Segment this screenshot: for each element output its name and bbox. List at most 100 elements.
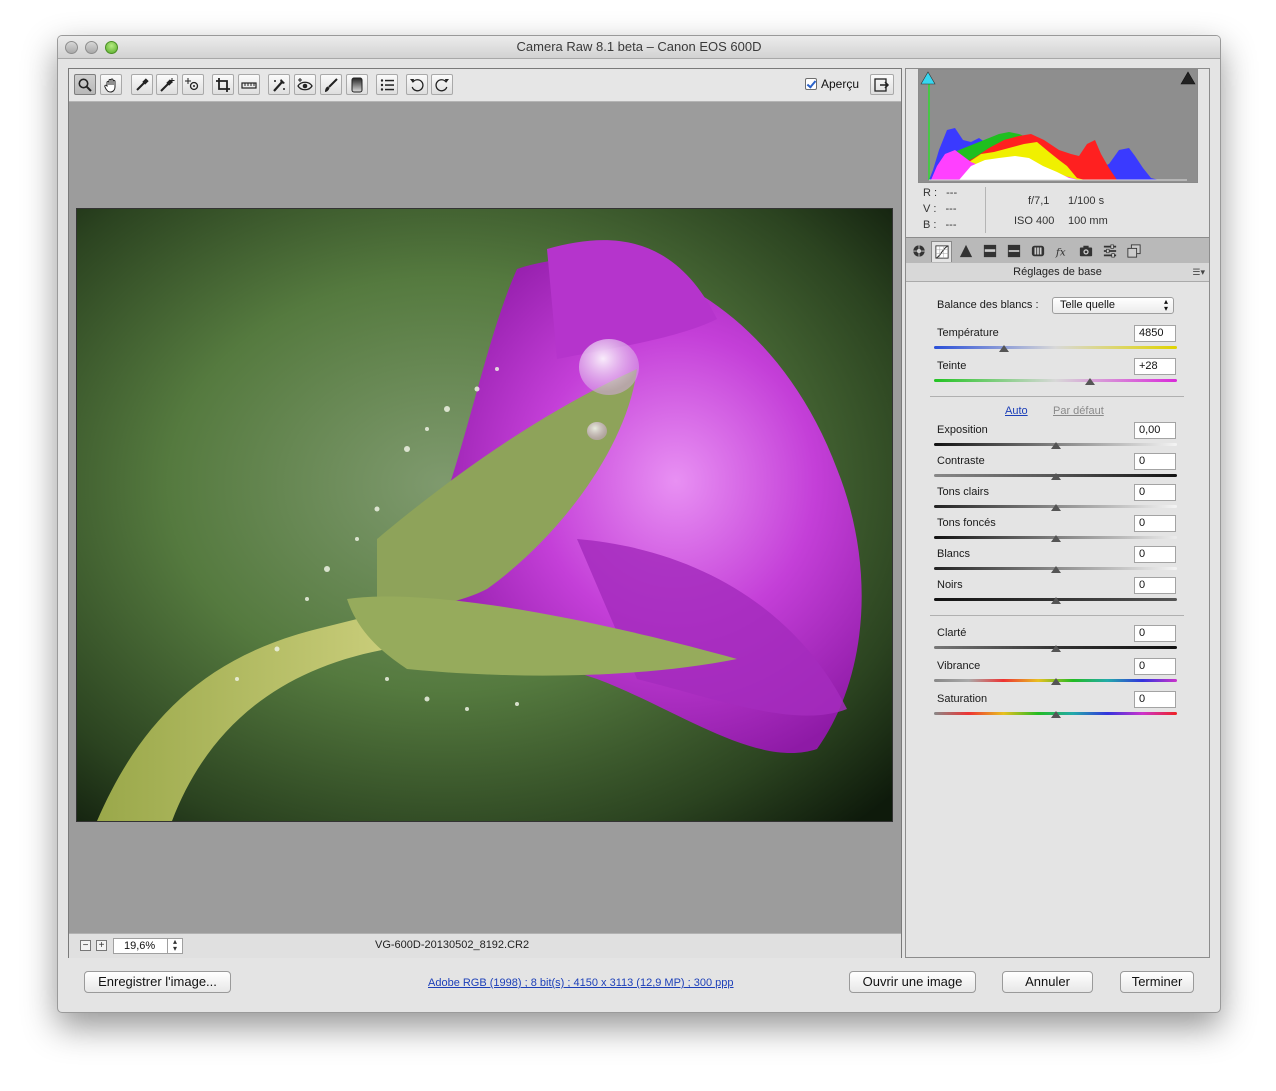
exposure-field[interactable]: 0,00 xyxy=(1134,422,1176,439)
tab-camera-calibration-icon[interactable] xyxy=(1075,241,1096,260)
clarity-label: Clarté xyxy=(937,627,967,639)
straighten-tool-icon[interactable] xyxy=(238,74,260,95)
temperature-label: Température xyxy=(937,327,999,339)
v-value: --- xyxy=(945,203,957,215)
tab-snapshots-icon[interactable] xyxy=(1123,241,1144,260)
tab-split-toning-icon[interactable] xyxy=(1003,241,1024,260)
vibrance-field[interactable]: 0 xyxy=(1134,658,1176,675)
temperature-field[interactable]: 4850 xyxy=(1134,325,1176,342)
preferences-icon[interactable] xyxy=(376,74,398,95)
b-value: --- xyxy=(945,219,957,231)
red-eye-icon[interactable] xyxy=(294,74,316,95)
white-balance-tool-icon[interactable] xyxy=(131,74,153,95)
divider xyxy=(930,396,1184,397)
title-bar: Camera Raw 8.1 beta – Canon EOS 600D xyxy=(58,36,1220,59)
hand-tool-icon[interactable] xyxy=(100,74,122,95)
contrast-field[interactable]: 0 xyxy=(1134,453,1176,470)
close-button[interactable] xyxy=(65,41,78,54)
tint-label: Teinte xyxy=(937,360,967,372)
whites-thumb[interactable] xyxy=(1050,566,1061,573)
tab-presets-icon[interactable] xyxy=(1099,241,1120,260)
b-label: B : xyxy=(923,219,937,231)
blacks-label: Noirs xyxy=(937,579,963,591)
preview-label: Aperçu xyxy=(821,77,860,91)
saturation-field[interactable]: 0 xyxy=(1134,691,1176,708)
tab-basic-icon[interactable] xyxy=(908,241,929,260)
tab-effects-icon[interactable]: fx xyxy=(1051,241,1072,260)
panel-header: Réglages de base ☰▾ xyxy=(906,263,1209,282)
wb-label: Balance des blancs : xyxy=(937,299,1039,311)
targeted-adjustment-tool-icon[interactable] xyxy=(182,74,204,95)
window-title: Camera Raw 8.1 beta – Canon EOS 600D xyxy=(516,39,762,54)
v-label: V : xyxy=(923,203,937,215)
aperture: f/7,1 xyxy=(1028,195,1050,207)
rotate-right-icon[interactable] xyxy=(431,74,453,95)
divider xyxy=(930,615,1184,616)
clarity-thumb[interactable] xyxy=(1050,645,1061,652)
adjustment-brush-icon[interactable] xyxy=(320,74,342,95)
auto-link[interactable]: Auto xyxy=(1005,405,1028,417)
default-link[interactable]: Par défaut xyxy=(1053,405,1104,417)
exposure-thumb[interactable] xyxy=(1050,442,1061,449)
info-readout: R : --- V : --- B : --- f/7,1 1/100 s IS… xyxy=(906,183,1209,237)
highlights-field[interactable]: 0 xyxy=(1134,484,1176,501)
temperature-slider[interactable] xyxy=(934,346,1177,349)
highlights-thumb[interactable] xyxy=(1050,504,1061,511)
tool-bar: Aperçu xyxy=(69,69,901,102)
save-image-button[interactable]: Enregistrer l'image... xyxy=(84,971,231,993)
zoom-spinner-icon[interactable]: ▴ ▾ xyxy=(167,938,182,954)
preview-toggle[interactable]: Aperçu xyxy=(805,77,859,91)
whites-field[interactable]: 0 xyxy=(1134,546,1176,563)
tab-detail-icon[interactable] xyxy=(955,241,976,260)
blacks-thumb[interactable] xyxy=(1050,597,1061,604)
contrast-label: Contraste xyxy=(937,455,985,467)
zoom-out-button[interactable]: − xyxy=(80,940,91,951)
histogram-graph xyxy=(919,70,1197,182)
fullscreen-toggle-icon[interactable] xyxy=(870,74,894,95)
open-image-button[interactable]: Ouvrir une image xyxy=(849,971,976,993)
tab-tone-curve-icon[interactable] xyxy=(931,241,952,262)
tint-slider[interactable] xyxy=(934,379,1177,382)
status-bar: − + 19,6% ▴ ▾ VG-600D-20130502_8192.CR2 xyxy=(69,933,901,958)
vibrance-label: Vibrance xyxy=(937,660,981,672)
photo-preview[interactable] xyxy=(76,208,893,822)
tint-field[interactable]: +28 xyxy=(1134,358,1176,375)
zoom-level-field[interactable]: 19,6% ▴ ▾ xyxy=(113,938,183,954)
vibrance-thumb[interactable] xyxy=(1050,678,1061,685)
preview-area: Aperçu − + 19,6% ▴ ▾ VG-600D-20130502_81… xyxy=(68,68,902,958)
tab-hsl-icon[interactable] xyxy=(979,241,1000,260)
preview-checkbox[interactable] xyxy=(805,78,817,90)
done-button[interactable]: Terminer xyxy=(1120,971,1194,993)
settings-panel: R : --- V : --- B : --- f/7,1 1/100 s IS… xyxy=(905,68,1210,958)
shadows-label: Tons foncés xyxy=(937,517,996,529)
focal-length: 100 mm xyxy=(1068,215,1108,227)
tab-lens-corrections-icon[interactable] xyxy=(1027,241,1048,260)
wb-select[interactable]: Telle quelle ▴ ▾ xyxy=(1052,297,1174,314)
shadows-thumb[interactable] xyxy=(1050,535,1061,542)
crop-tool-icon[interactable] xyxy=(212,74,234,95)
saturation-thumb[interactable] xyxy=(1050,711,1061,718)
panel-menu-icon[interactable]: ☰▾ xyxy=(1192,263,1205,281)
panel-title: Réglages de base xyxy=(1013,266,1102,278)
clarity-field[interactable]: 0 xyxy=(1134,625,1176,642)
iso: ISO 400 xyxy=(1014,215,1055,227)
temperature-thumb[interactable] xyxy=(999,345,1010,352)
tint-thumb[interactable] xyxy=(1084,378,1095,385)
zoom-tool-icon[interactable] xyxy=(74,74,96,95)
cancel-button[interactable]: Annuler xyxy=(1002,971,1093,993)
rotate-left-icon[interactable] xyxy=(406,74,428,95)
r-label: R : xyxy=(923,187,938,199)
zoom-level: 19,6% xyxy=(124,940,156,952)
exposure-label: Exposition xyxy=(937,424,988,436)
graduated-filter-icon[interactable] xyxy=(346,74,368,95)
zoom-in-button[interactable]: + xyxy=(96,940,107,951)
spot-removal-tool-icon[interactable] xyxy=(268,74,290,95)
workflow-options-link[interactable]: Adobe RGB (1998) ; 8 bit(s) ; 4150 x 311… xyxy=(428,977,734,989)
color-sampler-tool-icon[interactable] xyxy=(156,74,178,95)
contrast-thumb[interactable] xyxy=(1050,473,1061,480)
saturation-label: Saturation xyxy=(937,693,988,705)
zoom-window-button[interactable] xyxy=(105,41,118,54)
shadows-field[interactable]: 0 xyxy=(1134,515,1176,532)
minimize-button[interactable] xyxy=(85,41,98,54)
blacks-field[interactable]: 0 xyxy=(1134,577,1176,594)
